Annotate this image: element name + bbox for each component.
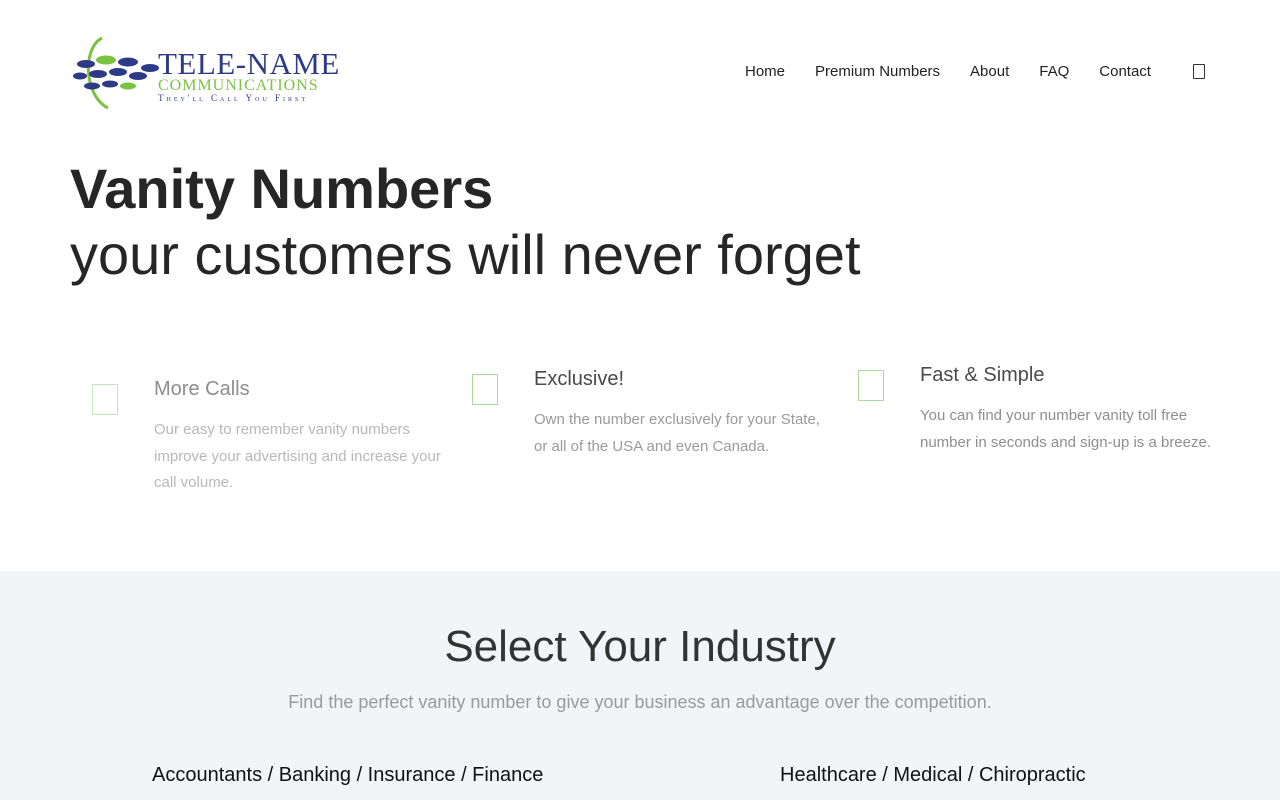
logo-tagline: They'll Call You First bbox=[158, 93, 309, 103]
feature-title: More Calls bbox=[154, 378, 250, 400]
industry-title: Select Your Industry bbox=[444, 622, 836, 671]
main-nav: Home Premium Numbers About FAQ Contact bbox=[745, 62, 1205, 82]
feature-icon bbox=[92, 384, 118, 415]
site-logo[interactable]: TELE-NAME COMMUNICATIONS They'll Call Yo… bbox=[72, 34, 340, 112]
nav-about[interactable]: About bbox=[970, 62, 1009, 82]
feature-text: You can find your number vanity toll fre… bbox=[920, 407, 1212, 451]
feature-title: Exclusive! bbox=[534, 368, 625, 390]
hero-title: Vanity Numbers bbox=[70, 157, 494, 220]
logo-title: TELE-NAME bbox=[158, 46, 340, 81]
feature-text: Own the number exclusively for your Stat… bbox=[534, 411, 820, 455]
hero-subtitle: your customers will never forget bbox=[70, 223, 861, 286]
nav-faq[interactable]: FAQ bbox=[1039, 62, 1069, 82]
feature-icon bbox=[858, 370, 884, 401]
nav-contact[interactable]: Contact bbox=[1099, 62, 1151, 82]
logo-subtitle: COMMUNICATIONS bbox=[158, 77, 319, 94]
feature-icon bbox=[472, 374, 498, 405]
industry-section: Select Your Industry Find the perfect va… bbox=[0, 571, 1280, 800]
logo-emblem bbox=[73, 36, 159, 110]
feature-text: Our easy to remember vanity numbers impr… bbox=[154, 421, 441, 491]
feature-title: Fast & Simple bbox=[920, 364, 1045, 386]
site-header: TELE-NAME COMMUNICATIONS They'll Call Yo… bbox=[0, 0, 1280, 140]
industry-link-accountants[interactable]: Accountants / Banking / Insurance / Fina… bbox=[152, 763, 543, 787]
industry-lead: Find the perfect vanity number to give y… bbox=[288, 692, 992, 712]
nav-home[interactable]: Home bbox=[745, 62, 785, 82]
industry-link-healthcare[interactable]: Healthcare / Medical / Chiropractic bbox=[780, 763, 1086, 787]
nav-premium-numbers[interactable]: Premium Numbers bbox=[815, 62, 940, 82]
cart-icon[interactable] bbox=[1193, 64, 1205, 79]
